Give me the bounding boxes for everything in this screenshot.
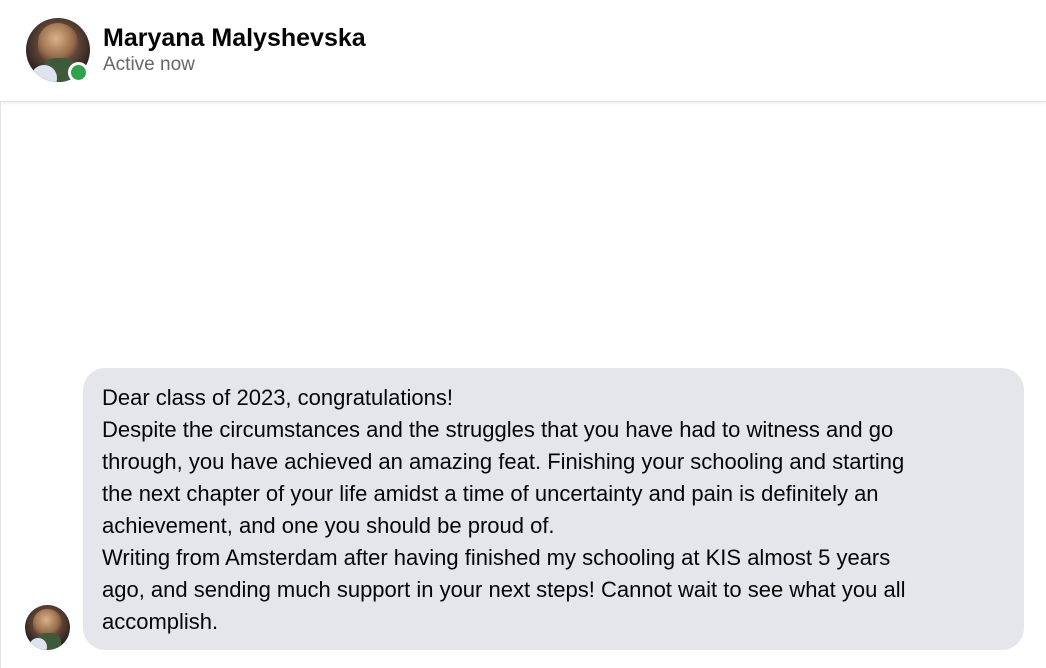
sender-avatar[interactable] <box>25 605 70 650</box>
message-bubble[interactable]: Dear class of 2023, congratulations! Des… <box>83 368 1024 650</box>
online-status-indicator <box>68 62 89 83</box>
message-line: Dear class of 2023, congratulations! <box>102 385 453 410</box>
avatar-photo-light <box>28 638 47 650</box>
avatar-photo-hair <box>33 608 62 636</box>
active-status-text: Active now <box>103 54 195 75</box>
chat-pane-border <box>0 102 1 668</box>
contact-name[interactable]: Maryana Malyshevska <box>103 24 366 53</box>
message-line: through, you have achieved an amazing fe… <box>102 449 905 474</box>
message-line: accomplish. <box>102 609 219 634</box>
message-line: the next chapter of your life amidst a t… <box>102 481 879 506</box>
avatar-photo-hair <box>37 23 79 62</box>
avatar-photo-light <box>31 65 57 82</box>
message-line: Despite the circumstances and the strugg… <box>102 417 894 442</box>
message-line: achievement, and one you should be proud… <box>102 513 555 538</box>
chat-header: Maryana Malyshevska Active now <box>0 0 1046 102</box>
message-line: ago, and sending much support in your ne… <box>102 577 906 602</box>
message-line: Writing from Amsterdam after having fini… <box>102 545 891 570</box>
